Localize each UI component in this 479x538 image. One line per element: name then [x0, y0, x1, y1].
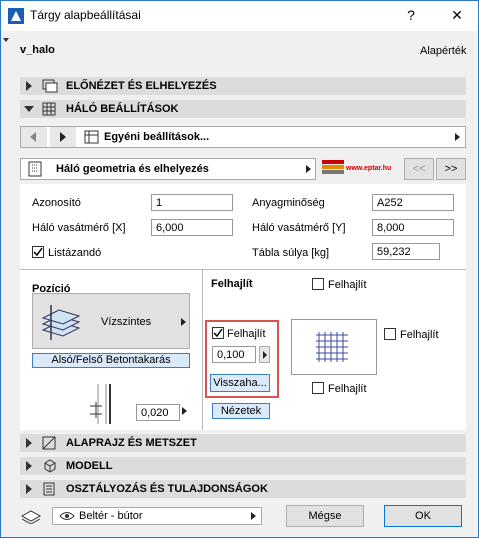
- plan-section-icon: [42, 436, 56, 450]
- section-model[interactable]: MODELL: [20, 457, 466, 475]
- section-plan[interactable]: ALAPRAJZ ÉS METSZET: [20, 434, 466, 452]
- section-model-label: MODELL: [66, 460, 113, 472]
- layer-icon: [20, 510, 42, 524]
- page-next-button[interactable]: >>: [436, 158, 466, 180]
- bend-top-label: Felhajlít: [328, 279, 367, 291]
- id-input[interactable]: 1: [151, 194, 233, 211]
- check-icon: [33, 247, 43, 257]
- ok-button[interactable]: OK: [384, 505, 462, 527]
- cover-input[interactable]: 0,020: [136, 404, 180, 421]
- rebar-y-label: Háló vasátmérő [Y]: [252, 222, 346, 234]
- bend-left-input[interactable]: 0,100: [212, 346, 256, 363]
- expand-icon: [26, 438, 32, 448]
- custom-settings-label[interactable]: Egyéni beállítások...: [104, 131, 209, 143]
- custom-settings-arrow-icon[interactable]: [455, 133, 460, 141]
- cover-button[interactable]: Alsó/Felső Betontakarás: [32, 353, 190, 368]
- bend-top-checkbox[interactable]: [312, 278, 324, 290]
- arrow-right-icon: [263, 351, 267, 359]
- object-name: v_halo: [20, 44, 55, 56]
- bend-right-label: Felhajlít: [400, 329, 439, 341]
- app-icon: [8, 8, 24, 24]
- orientation-arrow-icon: [181, 318, 186, 326]
- section-preview-label: ELŐNÉZET ÉS ELHELYEZÉS: [66, 80, 217, 92]
- material-input[interactable]: A252: [372, 194, 454, 211]
- listable-checkbox[interactable]: [32, 246, 44, 258]
- check-icon: [213, 328, 223, 338]
- bend-title: Felhajlít: [211, 278, 253, 290]
- eye-icon: [59, 512, 75, 520]
- layer-label: Beltér - bútor: [79, 510, 143, 522]
- brand-logo: www.eptar.hu: [322, 158, 398, 180]
- classification-list-icon: [43, 482, 55, 496]
- section-classification[interactable]: OSZTÁLYOZÁS ÉS TULAJDONSÁGOK: [20, 480, 466, 498]
- layer-dropdown-arrow-icon: [251, 512, 256, 520]
- expand-icon: [26, 81, 32, 91]
- weight-label: Tábla súlya [kg]: [252, 247, 330, 259]
- prev-button[interactable]: [21, 127, 47, 147]
- arrow-right-icon: [60, 132, 66, 142]
- next-button[interactable]: [50, 127, 76, 147]
- id-label: Azonosító: [32, 197, 81, 209]
- rebar-y-input[interactable]: 8,000: [372, 219, 454, 236]
- brand-text: www.eptar.hu: [346, 165, 392, 172]
- mesh-settings-icon: [42, 102, 56, 116]
- cover-diagram-icon: [80, 384, 132, 424]
- window-title: Tárgy alapbeállításai: [30, 8, 141, 22]
- geometry-page-icon: [28, 161, 42, 177]
- listable-label: Listázandó: [48, 247, 102, 259]
- views-button[interactable]: Nézetek: [212, 403, 270, 419]
- section-plan-label: ALAPRAJZ ÉS METSZET: [66, 437, 197, 449]
- arrow-left-icon: [30, 132, 36, 142]
- layer-dropdown[interactable]: Beltér - bútor: [52, 507, 262, 525]
- rebar-x-label: Háló vasátmérő [X]: [32, 222, 126, 234]
- expand-icon: [26, 484, 32, 494]
- material-label: Anyagminőség: [252, 197, 325, 209]
- rebar-x-input[interactable]: 6,000: [151, 219, 233, 236]
- mesh-preview-icon: [316, 332, 348, 362]
- section-mesh-label: HÁLÓ BEÁLLÍTÁSOK: [66, 103, 179, 115]
- model-cube-icon: [44, 459, 56, 473]
- bend-left-label: Felhajlít: [227, 328, 266, 340]
- bend-bottom-label: Felhajlít: [328, 383, 367, 395]
- help-button[interactable]: ?: [399, 4, 423, 26]
- bend-left-checkbox[interactable]: [212, 327, 224, 339]
- bend-left-arrow-button[interactable]: [259, 346, 270, 363]
- weight-input: 59,232: [372, 243, 440, 260]
- bend-right-checkbox[interactable]: [384, 328, 396, 340]
- bend-bottom-checkbox[interactable]: [312, 382, 324, 394]
- bend-preview: [291, 319, 377, 375]
- custom-settings-icon: [84, 130, 99, 144]
- collapse-arrow-icon[interactable]: [3, 38, 9, 42]
- orientation-label: Vízszintes: [101, 316, 152, 328]
- preview-icon: [42, 79, 58, 93]
- section-mesh[interactable]: HÁLÓ BEÁLLÍTÁSOK: [20, 100, 466, 118]
- section-classification-label: OSZTÁLYOZÁS ÉS TULAJDONSÁGOK: [66, 483, 268, 495]
- horizontal-mesh-icon: [41, 305, 81, 340]
- divider-vertical: [202, 270, 203, 430]
- divider: [20, 269, 466, 270]
- cancel-button[interactable]: Mégse: [286, 505, 364, 527]
- cover-arrow-icon[interactable]: [182, 407, 187, 415]
- back-button[interactable]: Visszaha...: [210, 374, 270, 392]
- section-preview[interactable]: ELŐNÉZET ÉS ELHELYEZÉS: [20, 77, 466, 95]
- collapse-icon: [24, 106, 34, 112]
- orientation-button[interactable]: Vízszintes: [32, 293, 190, 349]
- defaults-label: Alapérték: [420, 45, 467, 57]
- page-prev-button[interactable]: <<: [404, 158, 434, 180]
- expand-icon: [26, 461, 32, 471]
- geometry-label: Háló geometria és elhelyezés: [56, 163, 209, 175]
- close-button[interactable]: ✕: [445, 4, 469, 26]
- geometry-dropdown-arrow-icon: [306, 165, 311, 173]
